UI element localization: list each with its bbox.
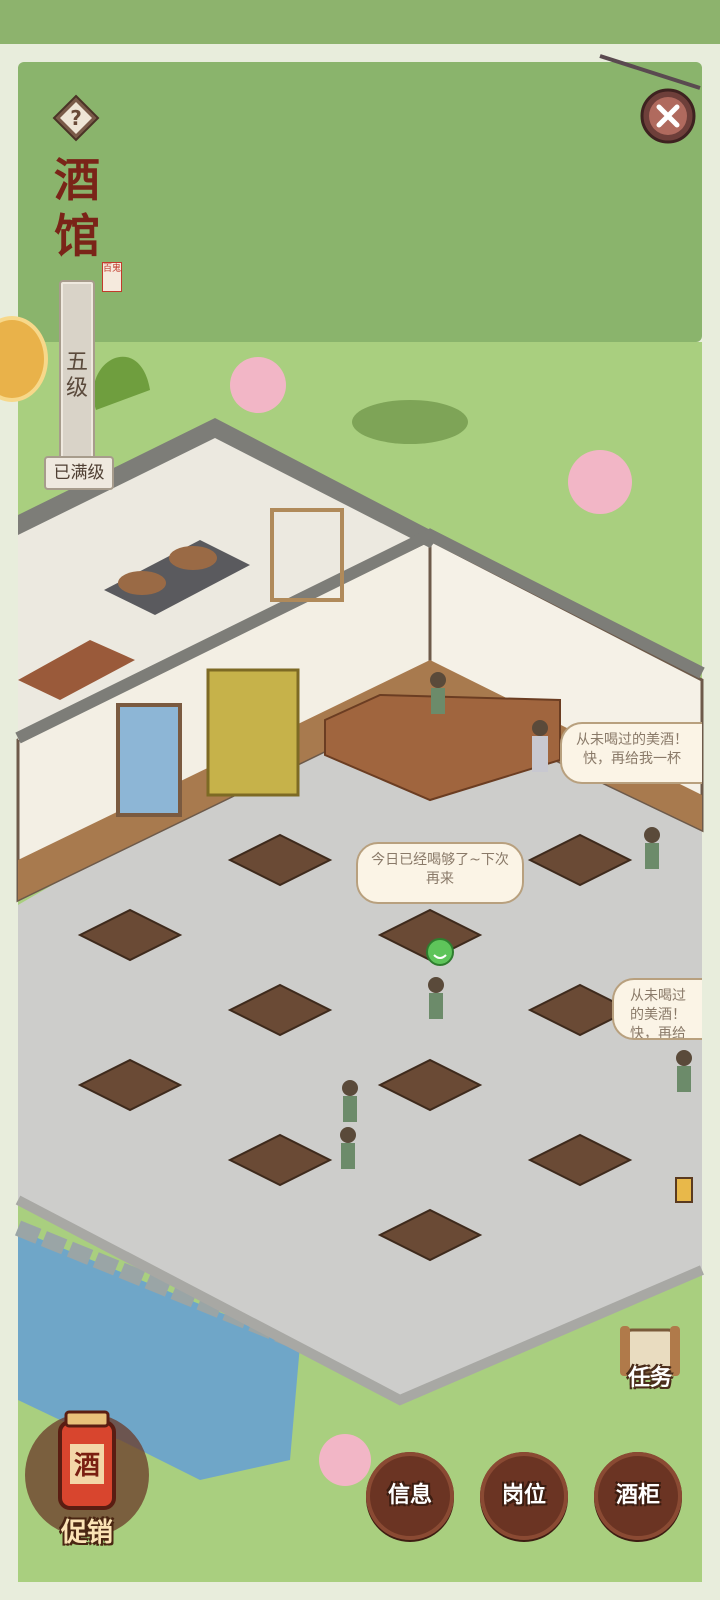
character bbox=[341, 1143, 355, 1169]
level-label: 五级 bbox=[65, 350, 88, 401]
question-icon: ? bbox=[70, 106, 82, 130]
seal-stamp: 百鬼 bbox=[102, 262, 122, 292]
willow-tree bbox=[93, 356, 150, 410]
character bbox=[532, 736, 548, 772]
cupboard bbox=[206, 668, 300, 797]
character bbox=[340, 1127, 356, 1143]
character bbox=[645, 843, 659, 869]
steamer-1 bbox=[118, 571, 166, 595]
promo-jar-char: 酒 bbox=[74, 1451, 100, 1481]
character bbox=[431, 688, 445, 714]
info-label: 信息 bbox=[387, 1483, 432, 1508]
speech-bubble-center: 今日已经喝够了~下次再来 bbox=[356, 842, 524, 904]
blossom-tree-2 bbox=[568, 450, 632, 514]
blossom-branch bbox=[599, 54, 701, 90]
lantern bbox=[675, 1177, 693, 1203]
speech-bubble-right-mid: 从未喝过的美酒！快，再给我 bbox=[612, 978, 702, 1040]
info-button[interactable]: 信息 bbox=[366, 1452, 454, 1540]
speech-bubble-right-top: 从未喝过的美酒！快，再给我一杯 bbox=[560, 722, 702, 784]
cabinet-label: 酒柜 bbox=[615, 1483, 660, 1508]
character bbox=[343, 1096, 357, 1122]
blossom-tree-3 bbox=[319, 1434, 371, 1486]
character bbox=[676, 1050, 692, 1066]
blossom-tree-1 bbox=[230, 357, 286, 413]
help-button[interactable]: ? bbox=[52, 94, 100, 142]
title-char-2: 馆 bbox=[54, 209, 100, 263]
post-button[interactable]: 岗位 bbox=[480, 1452, 568, 1540]
cabinet-button[interactable]: 酒柜 bbox=[594, 1452, 682, 1540]
close-button[interactable] bbox=[640, 88, 696, 144]
flower-bush bbox=[352, 400, 468, 444]
game-screen: ? 酒 馆 百鬼 五级 已满级 今日已经喝够了~下次再来 从未喝过的美酒！快，再… bbox=[0, 0, 720, 1600]
title-char-1: 酒 bbox=[54, 153, 100, 207]
steamer-2 bbox=[169, 546, 217, 570]
level-status-badge: 已满级 bbox=[44, 456, 114, 490]
character bbox=[429, 993, 443, 1019]
character bbox=[428, 977, 444, 993]
character bbox=[532, 720, 548, 736]
character bbox=[677, 1066, 691, 1092]
character bbox=[644, 827, 660, 843]
promotion-label: 促销 bbox=[60, 1518, 113, 1548]
character bbox=[430, 672, 446, 688]
character bbox=[342, 1080, 358, 1096]
happy-face-icon bbox=[426, 938, 454, 966]
task-label: 任务 bbox=[627, 1366, 672, 1391]
wine-jar-icon: 酒 bbox=[58, 1410, 116, 1510]
post-label: 岗位 bbox=[501, 1483, 546, 1508]
doorway-curtain bbox=[116, 703, 182, 817]
